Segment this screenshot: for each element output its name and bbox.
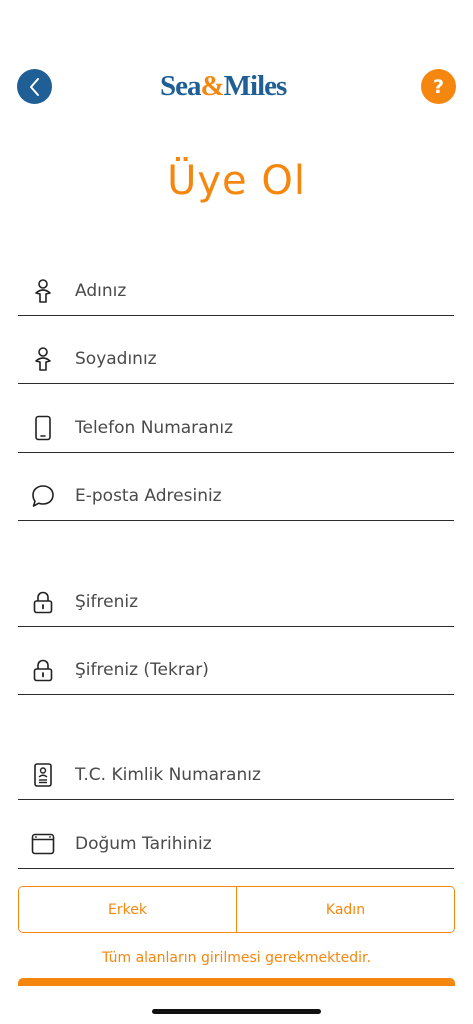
- submit-button[interactable]: [18, 978, 455, 986]
- page-title: Üye Ol: [167, 158, 306, 204]
- required-fields-note: Tüm alanların girilmesi gerekmektedir.: [102, 950, 371, 966]
- chat-bubble-icon: [32, 485, 54, 507]
- help-icon: ?: [432, 75, 445, 98]
- password-repeat-input[interactable]: [75, 653, 445, 687]
- last-name-field: [18, 334, 454, 384]
- phone-input[interactable]: [75, 411, 445, 445]
- lock-icon: [33, 659, 53, 682]
- lock-icon: [33, 591, 53, 614]
- logo-text-sea: Sea: [160, 70, 201, 102]
- gender-female-button[interactable]: Kadın: [237, 887, 454, 932]
- phone-icon: [35, 415, 51, 441]
- tc-id-input[interactable]: [75, 758, 445, 792]
- logo-ampersand: &: [200, 70, 225, 102]
- tc-id-field: [18, 750, 454, 800]
- chevron-left-icon: [29, 77, 39, 96]
- gender-male-button[interactable]: Erkek: [19, 887, 237, 932]
- person-icon: [35, 279, 51, 303]
- logo-text-miles: Miles: [223, 70, 288, 102]
- id-card-icon: [34, 763, 52, 787]
- password-repeat-field: [18, 645, 454, 695]
- first-name-field: [18, 266, 454, 316]
- phone-field: [18, 403, 454, 453]
- password-field: [18, 577, 454, 627]
- back-button[interactable]: [17, 69, 52, 104]
- email-field: [18, 471, 454, 521]
- password-input[interactable]: [75, 585, 445, 619]
- header: Sea&Miles ?: [0, 66, 473, 110]
- home-indicator[interactable]: [152, 1009, 321, 1014]
- last-name-input[interactable]: [75, 342, 445, 376]
- calendar-icon: [31, 833, 55, 855]
- person-icon: [35, 347, 51, 371]
- email-input[interactable]: [75, 479, 445, 513]
- help-button[interactable]: ?: [421, 69, 456, 104]
- birth-date-field: [18, 819, 454, 869]
- birth-date-input[interactable]: [75, 827, 445, 861]
- brand-logo: Sea&Miles: [160, 69, 315, 103]
- gender-selector: Erkek Kadın: [18, 886, 455, 933]
- first-name-input[interactable]: [75, 274, 445, 308]
